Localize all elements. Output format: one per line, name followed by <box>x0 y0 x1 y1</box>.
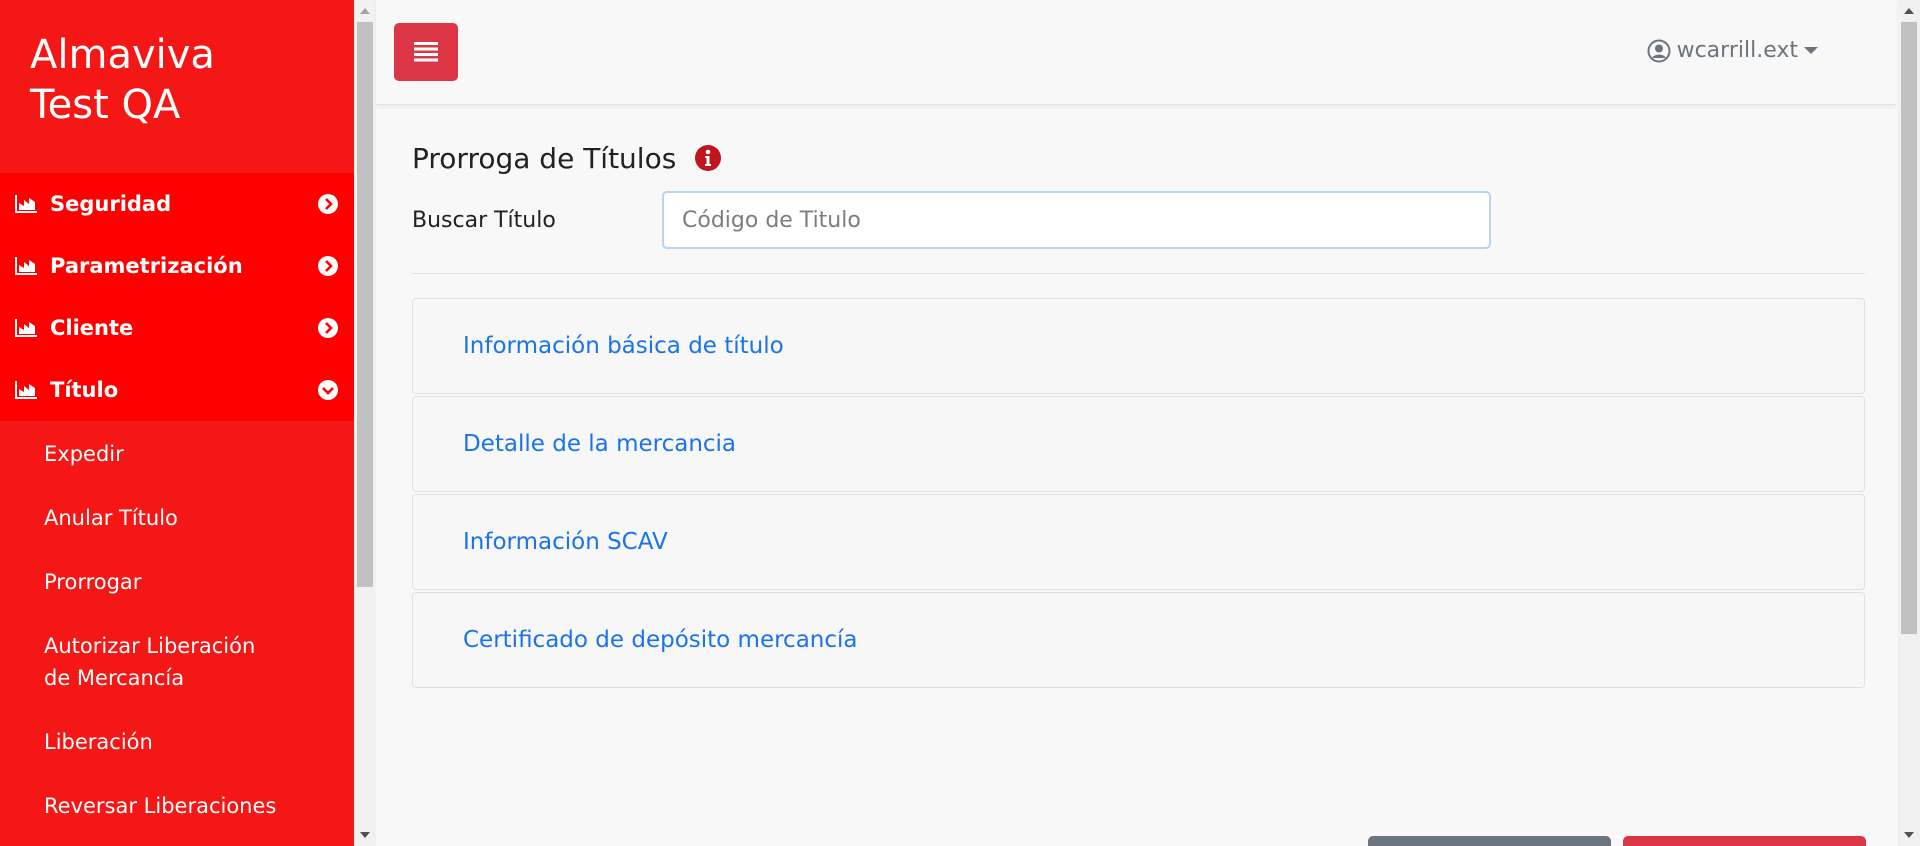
sidebar-subitem-autorizar-liberacion[interactable]: Autorizar Liberación de Mercancía <box>0 614 330 710</box>
sidebar-item-cliente[interactable]: Cliente <box>0 297 354 359</box>
scroll-down-arrow-icon[interactable] <box>354 824 376 846</box>
secondary-action-button[interactable] <box>1368 836 1611 846</box>
sidebar: Almaviva Test QA Seguridad Parametrizaci… <box>0 0 354 846</box>
accordion-item-certificado-deposito[interactable]: Certificado de depósito mercancía <box>412 592 1865 688</box>
user-menu[interactable]: wcarrill.ext <box>1647 38 1818 63</box>
list-icon <box>414 42 438 62</box>
sidebar-subitem-expedir[interactable]: Expedir <box>0 421 354 486</box>
scroll-up-arrow-icon[interactable] <box>1898 0 1920 22</box>
sidebar-subitem-liberacion[interactable]: Liberación <box>0 710 354 774</box>
accordion: Información básica de título Detalle de … <box>412 298 1865 688</box>
accordion-item-label[interactable]: Certificado de depósito mercancía <box>463 627 858 653</box>
chevron-right-icon <box>318 318 338 338</box>
sidebar-item-parametrizacion[interactable]: Parametrización <box>0 235 354 297</box>
scroll-down-arrow-icon[interactable] <box>1898 824 1920 846</box>
divider <box>412 273 1865 274</box>
accordion-item-label[interactable]: Información SCAV <box>463 529 668 555</box>
sidebar-subitem-anular-titulo[interactable]: Anular Título <box>0 486 354 550</box>
scroll-up-arrow-icon[interactable] <box>354 0 376 22</box>
sidebar-item-titulo[interactable]: Título <box>0 359 354 421</box>
brand-title[interactable]: Almaviva Test QA <box>0 0 354 173</box>
username: wcarrill.ext <box>1676 38 1798 63</box>
page-scrollbar[interactable] <box>1898 0 1920 846</box>
primary-action-button[interactable] <box>1623 836 1866 846</box>
sidebar-submenu-titulo: Expedir Anular Título Prorrogar Autoriza… <box>0 421 354 838</box>
sidebar-item-label: Título <box>50 378 119 402</box>
page-title: Prorroga de Títulos <box>412 141 677 175</box>
sidebar-subitem-reversar-liberaciones[interactable]: Reversar Liberaciones <box>0 774 354 838</box>
search-row: Buscar Título <box>412 191 1865 249</box>
sidebar-item-label: Parametrización <box>50 254 243 278</box>
scrollbar-thumb[interactable] <box>357 22 373 587</box>
caret-down-icon <box>1804 47 1818 54</box>
accordion-item-label[interactable]: Detalle de la mercancia <box>463 431 736 457</box>
user-circle-icon <box>1647 39 1671 62</box>
scrollbar-thumb[interactable] <box>1901 22 1917 634</box>
sidebar-menu: Seguridad Parametrización Cliente Título <box>0 173 354 421</box>
info-circle-icon[interactable] <box>694 144 722 172</box>
accordion-item-label[interactable]: Información básica de título <box>463 333 784 359</box>
main-content: Prorroga de Títulos Buscar Título Inform… <box>412 130 1865 690</box>
sidebar-item-label: Seguridad <box>50 192 172 216</box>
accordion-item-informacion-scav[interactable]: Información SCAV <box>412 494 1865 590</box>
chart-icon <box>15 195 37 213</box>
chart-icon <box>15 257 37 275</box>
chart-icon <box>15 319 37 337</box>
sidebar-scrollbar[interactable] <box>354 0 376 846</box>
chevron-down-icon <box>318 380 338 400</box>
title-code-input[interactable] <box>662 191 1491 249</box>
chart-icon <box>15 381 37 399</box>
brand-line-1: Almaviva <box>30 32 215 78</box>
sidebar-toggle-button[interactable] <box>394 23 458 81</box>
accordion-item-informacion-basica[interactable]: Información básica de título <box>412 298 1865 394</box>
page-title-row: Prorroga de Títulos <box>412 130 1865 186</box>
brand-line-2: Test QA <box>30 82 181 128</box>
chevron-right-icon <box>318 256 338 276</box>
sidebar-subitem-prorrogar[interactable]: Prorrogar <box>0 550 354 614</box>
search-label: Buscar Título <box>412 207 556 233</box>
accordion-item-detalle-mercancia[interactable]: Detalle de la mercancia <box>412 396 1865 492</box>
chevron-right-icon <box>318 194 338 214</box>
sidebar-item-label: Cliente <box>50 316 134 340</box>
topbar: wcarrill.ext <box>376 0 1896 105</box>
sidebar-item-seguridad[interactable]: Seguridad <box>0 173 354 235</box>
